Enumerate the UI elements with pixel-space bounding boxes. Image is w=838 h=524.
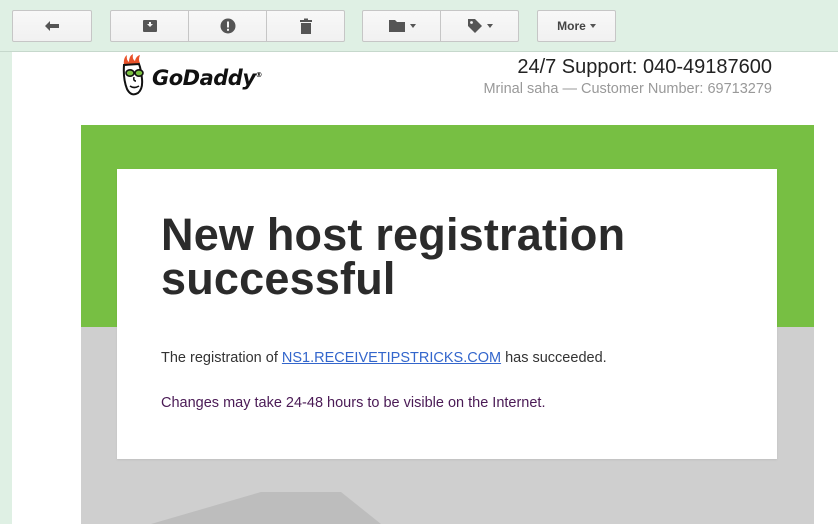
chevron-down-icon: [589, 24, 596, 28]
tag-icon: [467, 18, 483, 34]
decorative-shape: [151, 492, 381, 524]
reply-arrow-icon: [43, 19, 61, 33]
labels-button[interactable]: [440, 10, 519, 42]
chevron-down-icon: [409, 24, 416, 28]
propagation-notice: Changes may take 24-48 hours to be visib…: [161, 395, 546, 411]
email-body: GoDaddy® 24/7 Support: 040-49187600 Mrin…: [12, 52, 838, 524]
godaddy-mascot-icon: [118, 53, 150, 104]
host-link[interactable]: NS1.RECEIVETIPSTRICKS.COM: [282, 350, 501, 366]
more-button[interactable]: More: [537, 10, 616, 42]
page-title: New host registration successful: [161, 209, 626, 304]
report-spam-icon: [220, 18, 236, 34]
delete-button[interactable]: [266, 10, 345, 42]
move-to-button[interactable]: [362, 10, 441, 42]
archive-button[interactable]: [110, 10, 189, 42]
reply-button[interactable]: [12, 10, 92, 42]
registration-message: The registration of NS1.RECEIVETIPSTRICK…: [161, 350, 607, 366]
godaddy-logo[interactable]: GoDaddy®: [118, 53, 262, 104]
more-label: More: [557, 19, 586, 33]
customer-number: Mrinal saha — Customer Number: 69713279: [483, 81, 772, 97]
archive-icon: [142, 18, 158, 34]
chevron-down-icon: [486, 24, 493, 28]
notification-card: New host registration successful The reg…: [117, 169, 777, 459]
report-spam-button[interactable]: [188, 10, 267, 42]
folder-icon: [388, 19, 406, 33]
message-toolbar: More: [0, 0, 838, 52]
logo-wordmark: GoDaddy®: [152, 66, 263, 90]
support-phone: 24/7 Support: 040-49187600: [517, 56, 772, 78]
trash-icon: [299, 18, 313, 34]
